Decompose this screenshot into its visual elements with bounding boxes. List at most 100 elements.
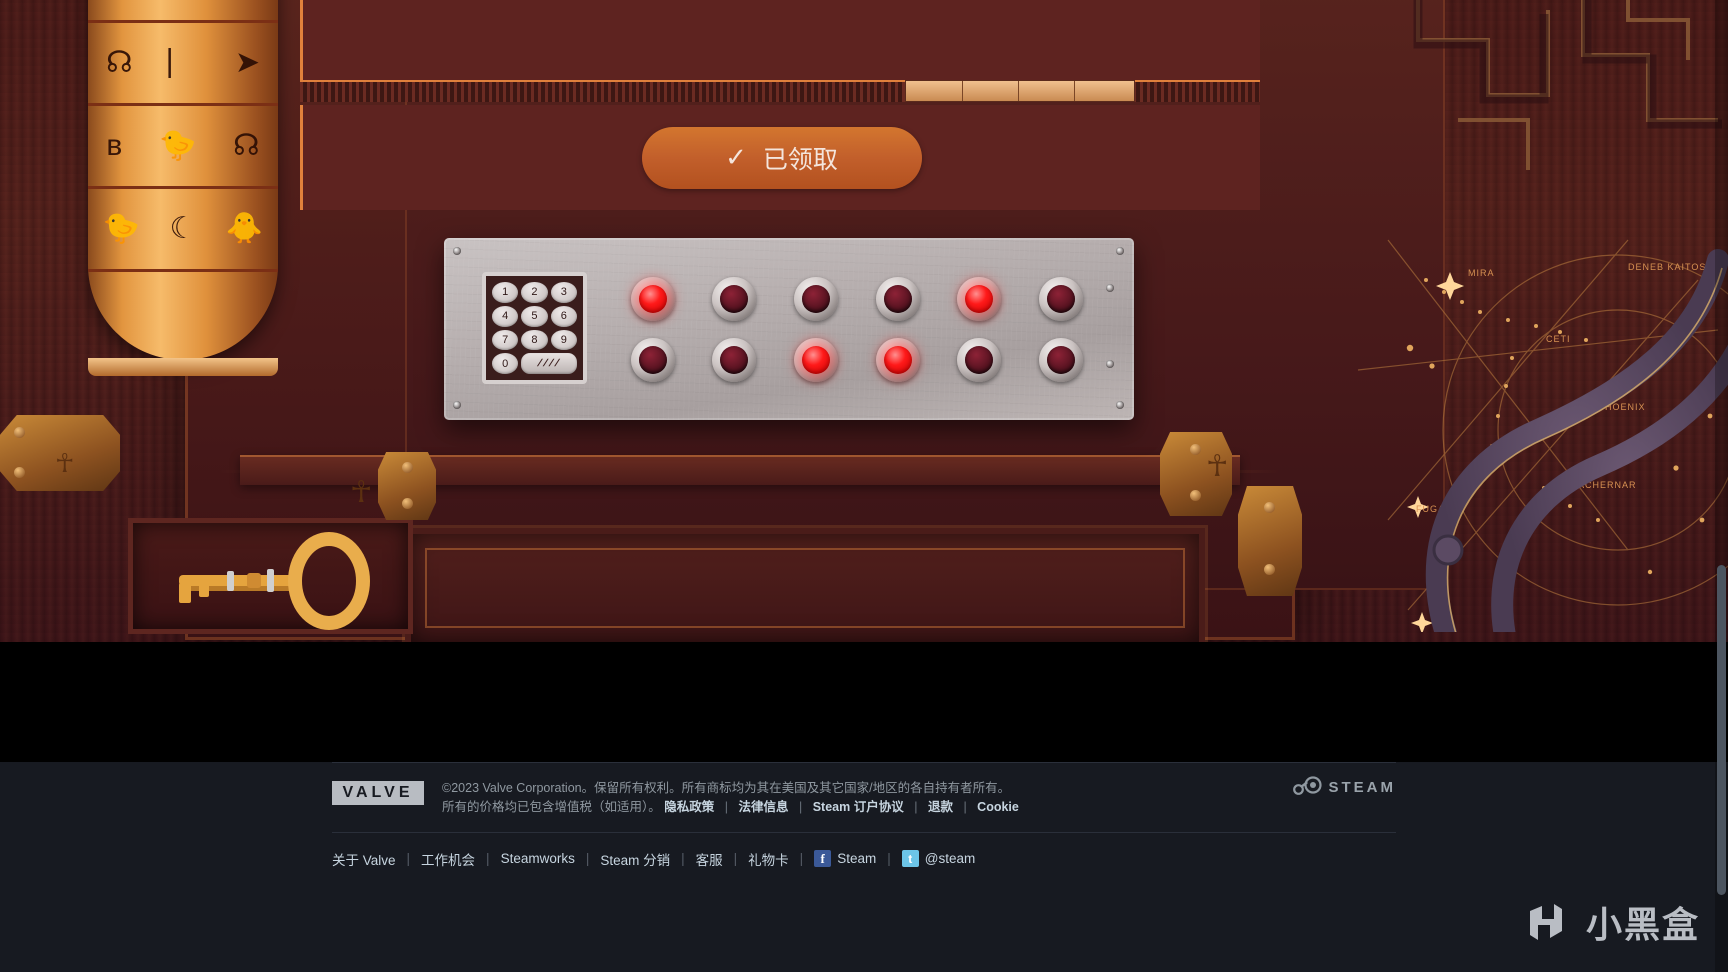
lamp-bulb [965, 345, 994, 374]
separator: | [724, 800, 728, 815]
keypad-key-2[interactable]: 2 [521, 282, 548, 303]
screw-icon [1116, 247, 1124, 255]
hieroglyph-scroll: 🐦 ☿ │ ☊ ⎸ ➤ ʙ 🐤 ☊ 🐤 ☾ 🐥 [88, 0, 278, 360]
separator: | [406, 851, 411, 867]
bolt-icon [1264, 564, 1275, 575]
bolt-icon [14, 427, 25, 438]
copyright-line-2: 所有的价格均已包含增值税（如适用）。 隐私政策 | 法律信息 | Steam 订… [442, 798, 1019, 817]
star-label-deneb-kaitos: DENEB KAITOS [1628, 262, 1706, 272]
lamp-bulb [638, 345, 667, 374]
glyph-vulture-icon: 🐤 [102, 212, 141, 245]
keypad-key-6[interactable]: 6 [550, 305, 577, 327]
lamp-r2c6[interactable] [1039, 337, 1084, 382]
lamp-r1c2[interactable] [712, 276, 757, 321]
lamp-r2c4[interactable] [875, 337, 920, 382]
screw-icon [453, 247, 461, 255]
link-legal-info[interactable]: 法律信息 [738, 800, 788, 814]
link-support[interactable]: 客服 [696, 849, 723, 869]
check-icon: ✓ [725, 142, 747, 172]
ankh-icon: ☥ [350, 476, 373, 509]
lamp-bulb [1047, 345, 1076, 374]
separator: | [733, 851, 738, 867]
indicator-lamp-grid [612, 268, 1102, 390]
copyright-line-1: ©2023 Valve Corporation。保留所有权利。所有商标均为其在美… [442, 781, 1011, 795]
glyph-disc-icon: ☊ [232, 129, 260, 162]
link-facebook-steam[interactable]: f Steam [814, 850, 876, 868]
lamp-r1c4[interactable] [875, 276, 920, 321]
link-gift-cards[interactable]: 礼物卡 [748, 849, 789, 869]
link-facebook-label[interactable]: Steam [837, 851, 876, 866]
link-privacy-policy[interactable]: 隐私政策 [664, 800, 714, 814]
keypad-key-1[interactable]: 1 [492, 282, 519, 303]
star-chart: MIRA CETI FUGAE DENEB KAITOS PHOENIX ACH… [1298, 230, 1728, 642]
keypad-key-3[interactable]: 3 [550, 282, 577, 303]
scroll-cap [88, 358, 278, 376]
mini-card-strip [905, 80, 1135, 102]
top-overlay-banner [300, 0, 1260, 80]
glyph-blade-icon: ⎸ [168, 46, 199, 79]
keypad-enter-key[interactable]: //// [521, 353, 577, 374]
bolt-icon [14, 467, 25, 478]
heybox-watermark: 小黑盒 [1518, 894, 1700, 950]
footer-legal-text: ©2023 Valve Corporation。保留所有权利。所有商标均为其在美… [442, 779, 1019, 818]
astrolabe-pivot [1432, 534, 1464, 566]
lamp-bulb [965, 284, 994, 313]
lamp-bulb [638, 284, 667, 313]
lamp-r1c6[interactable] [1039, 276, 1084, 321]
separator: | [486, 851, 490, 867]
lamp-bulb [720, 345, 749, 374]
lamp-r1c1[interactable] [630, 276, 675, 321]
footer-legal-row: VALVE ©2023 Valve Corporation。保留所有权利。所有商… [332, 763, 1396, 832]
keypad-key-0[interactable]: 0 [492, 353, 519, 374]
link-jobs[interactable]: 工作机会 [421, 849, 475, 869]
link-steam-distribution[interactable]: Steam 分销 [600, 849, 670, 869]
separator: | [585, 851, 590, 867]
link-steamworks[interactable]: Steamworks [501, 851, 575, 866]
lamp-r1c3[interactable] [794, 276, 839, 321]
scrollbar-thumb[interactable] [1717, 565, 1726, 895]
claim-banner: ✓ 已领取 [300, 105, 1260, 210]
screw-icon [1106, 284, 1114, 292]
lamp-bulb [802, 284, 831, 313]
lamp-r2c3[interactable] [794, 337, 839, 382]
link-twitter-label[interactable]: @steam [925, 851, 975, 866]
page-scrollbar[interactable] [1715, 0, 1728, 972]
separator: | [798, 800, 803, 815]
bolt-icon [402, 462, 413, 473]
link-about-valve[interactable]: 关于 Valve [332, 849, 396, 869]
bolt-icon [1190, 490, 1201, 501]
heybox-logo-icon [1529, 904, 1562, 940]
glyph-row: 🐤 ☾ 🐥 [88, 189, 278, 272]
keypad-key-5[interactable]: 5 [521, 305, 548, 327]
maze-carving [1398, 0, 1728, 170]
screw-icon [453, 401, 461, 409]
link-cookie[interactable]: Cookie [977, 800, 1019, 814]
lamp-r2c1[interactable] [630, 337, 675, 382]
lamp-r2c5[interactable] [957, 337, 1002, 382]
lamp-bulb [1047, 284, 1076, 313]
star-label-ceti: CETI [1546, 334, 1571, 344]
numeric-keypad[interactable]: 1 2 3 4 5 6 7 8 9 0 //// [482, 272, 587, 384]
claimed-button[interactable]: ✓ 已领取 [641, 126, 922, 189]
keypad-key-8[interactable]: 8 [521, 329, 548, 351]
page-root: 🐦 ☿ │ ☊ ⎸ ➤ ʙ 🐤 ☊ 🐤 ☾ 🐥 [0, 0, 1728, 972]
steam-logo: STEAM [1292, 776, 1397, 798]
metal-bracket [1238, 486, 1302, 596]
keypad-key-7[interactable]: 7 [492, 329, 519, 351]
separator: | [914, 800, 918, 815]
link-twitter-steam[interactable]: t @steam [901, 850, 975, 868]
glyph-falcon-icon: 🐤 [158, 129, 197, 162]
metal-bracket [378, 452, 436, 520]
star-label-mira: MIRA [1468, 268, 1495, 278]
game-art-stage: 🐦 ☿ │ ☊ ⎸ ➤ ʙ 🐤 ☊ 🐤 ☾ 🐥 [0, 0, 1728, 642]
keypad-key-4[interactable]: 4 [492, 305, 519, 327]
lamp-r1c5[interactable] [957, 276, 1002, 321]
bolt-icon [402, 498, 413, 509]
glyph-row: 🐦 ☿ │ [88, 0, 278, 23]
keypad-key-9[interactable]: 9 [550, 329, 577, 351]
ankh-icon: ☥ [1206, 450, 1229, 483]
link-refunds[interactable]: 退款 [928, 800, 953, 814]
lamp-r2c2[interactable] [712, 337, 757, 382]
link-steam-subscriber-agreement[interactable]: Steam 订户协议 [813, 800, 904, 814]
twitter-icon: t [901, 850, 919, 868]
